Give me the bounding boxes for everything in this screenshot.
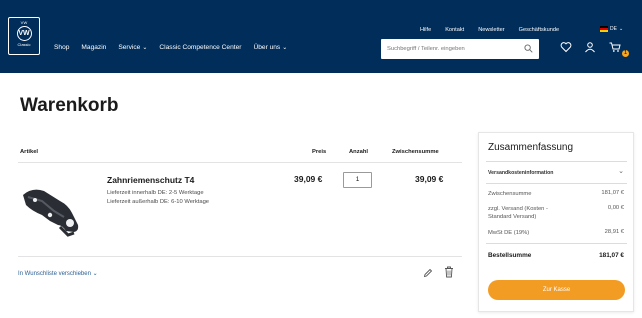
logo-top-text: VW [20,20,28,25]
order-total-value: 181,07 € [599,252,624,259]
quantity-field[interactable]: 1 [343,172,372,188]
nav-item-label: Shop [54,44,70,51]
delivery-time-abroad: Lieferzeit außerhalb DE: 6-10 Werktage [107,199,210,205]
column-header-subtotal: Zwischensumme [392,149,439,155]
heart-icon[interactable] [560,41,572,53]
main-navigation: Shop Magazin Service ⌄ Classic Competence… [54,44,287,51]
nav-item-label: Classic Competence Center [159,44,242,51]
summary-value-shipping: 0,00 € [607,205,624,211]
summary-label-shipping: zzgl. Versand (Kosten - Standard Versand… [488,206,548,220]
language-code: DE [610,26,617,32]
nav-item-magazin[interactable]: Magazin [81,44,106,51]
nav-item-shop[interactable]: Shop [54,44,69,51]
user-icon[interactable] [584,41,596,53]
german-flag-icon [600,26,608,32]
logo-bottom-text: Classic [17,42,31,47]
cart-count-badge: 1 [622,50,629,57]
product-name[interactable]: Zahnriemenschutz T4 [107,175,194,185]
order-total-label: Bestellsumme [488,252,532,259]
cart-icon[interactable] [609,41,621,53]
column-header-quantity: Anzahl [349,149,369,155]
nav-link-kontakt[interactable]: Kontakt [445,27,464,33]
chevron-down-icon: ⌄ [618,26,624,32]
search-input[interactable] [387,42,517,56]
divider [18,162,462,163]
site-header: VW VW Classic Shop Magazin Service ⌄ Clas… [0,0,642,73]
search-box [381,39,539,59]
column-header-price: Preis [312,149,327,155]
shipping-info-toggle[interactable]: Versandkosteninformation [488,170,553,176]
pencil-icon[interactable] [423,268,433,278]
item-price: 39,09 € [294,174,323,184]
vw-logo-icon: VW [16,26,32,41]
chevron-down-icon: ⌄ [142,45,148,51]
nav-item-label: Über uns [253,44,281,51]
nav-item-ueber-uns[interactable]: Über uns ⌄ [253,44,287,51]
item-subtotal: 39,09 € [415,174,444,184]
utility-navigation: Hilfe Kontakt Newsletter Geschäftskunde [420,27,559,33]
summary-title: Zusammenfassung [488,142,574,153]
product-image[interactable] [20,181,84,237]
nav-link-newsletter[interactable]: Newsletter [478,27,504,33]
nav-item-label: Service [118,44,141,51]
summary-label-subtotal: Zwischensumme [488,191,532,197]
trash-icon[interactable] [444,266,454,278]
nav-link-hilfe[interactable]: Hilfe [420,27,431,33]
language-selector[interactable]: DE ⌄ [600,26,623,32]
order-summary-panel: Zusammenfassung Versandkosteninformation… [478,132,634,312]
move-to-wishlist-link[interactable]: In Wunschliste verschieben ⌄ [18,270,98,277]
nav-item-service[interactable]: Service ⌄ [118,44,147,51]
divider [486,243,627,244]
chevron-down-icon[interactable]: ⌄ [618,167,624,175]
divider [486,183,627,184]
checkout-button[interactable]: Zur Kasse [488,280,625,300]
summary-value-vat: 28,91 € [604,229,624,235]
summary-label-vat: MwSt DE (19%) [488,230,530,236]
nav-item-classic-competence-center[interactable]: Classic Competence Center [159,44,241,51]
divider [486,161,627,162]
nav-item-label: Magazin [81,44,107,51]
nav-link-geschaeftskunde[interactable]: Geschäftskunde [519,27,559,33]
divider [18,256,462,257]
column-header-article: Artikel [20,149,39,155]
page-title: Warenkorb [20,95,119,116]
chevron-down-icon: ⌄ [282,45,288,51]
summary-value-subtotal: 181,07 € [601,190,624,196]
search-icon[interactable] [524,44,533,53]
brand-logo[interactable]: VW VW Classic [8,17,40,55]
delivery-time-de: Lieferzeit innerhalb DE: 2-5 Werktage [107,190,204,196]
